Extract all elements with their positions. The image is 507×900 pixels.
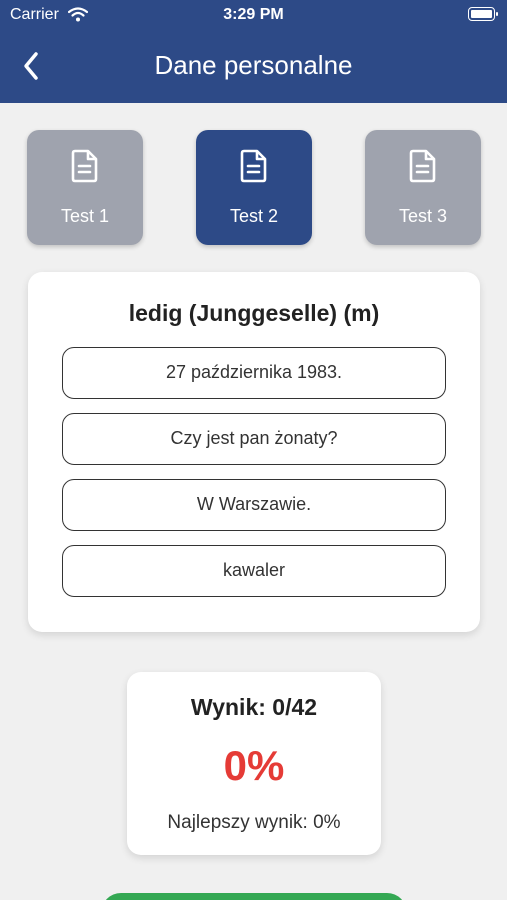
tab-label: Test 1 (60, 206, 110, 226)
nav-header: Carrier 3:29 PM Dane personalne (0, 0, 507, 103)
status-time: 3:29 PM (223, 6, 284, 23)
question-text: ledig (Junggeselle) (m) (128, 300, 380, 326)
tab-label: Test 2 (229, 206, 279, 226)
tab-test-3[interactable]: Test 3 (365, 130, 481, 245)
tab-test-2[interactable]: Test 2 (196, 130, 312, 245)
tab-test-1[interactable]: Test 1 (27, 130, 143, 245)
bottom-action-button[interactable] (101, 893, 407, 900)
document-icon (409, 149, 436, 183)
document-icon (71, 149, 98, 183)
best-score: Najlepszy wynik: 0% (167, 812, 341, 833)
score-title: Wynik: 0/42 (190, 694, 318, 720)
document-icon (240, 149, 267, 183)
answer-option-4[interactable]: kawaler (62, 545, 446, 597)
score-card: Wynik: 0/42 0% Najlepszy wynik: 0% (127, 672, 381, 855)
battery-icon (468, 7, 498, 21)
answer-option-1[interactable]: 27 października 1983. (62, 347, 446, 399)
score-percent: 0% (223, 742, 285, 789)
tab-label: Test 3 (398, 206, 448, 226)
answer-option-2[interactable]: Czy jest pan żonaty? (62, 413, 446, 465)
status-bar: Carrier 3:29 PM (0, 0, 507, 30)
answer-option-3[interactable]: W Warszawie. (62, 479, 446, 531)
page-title: Dane personalne (154, 50, 353, 80)
quiz-card: ledig (Junggeselle) (m) 27 października … (28, 272, 480, 632)
